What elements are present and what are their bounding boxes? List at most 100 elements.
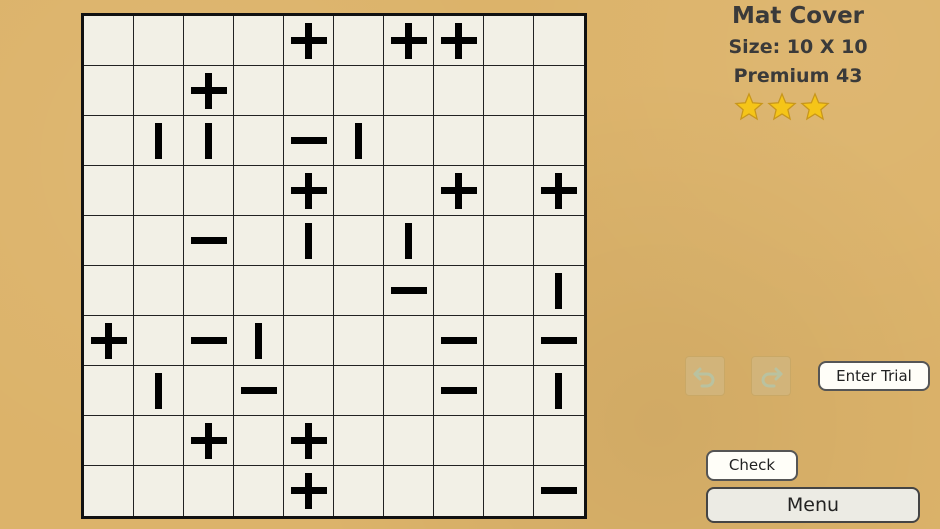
grid-cell[interactable] [134,16,184,66]
grid-cell[interactable] [384,116,434,166]
grid-cell[interactable] [434,16,484,66]
grid-cell[interactable] [134,266,184,316]
grid-cell[interactable] [484,116,534,166]
grid-cell[interactable] [134,316,184,366]
grid-cell[interactable] [284,166,334,216]
grid-cell[interactable] [234,316,284,366]
grid-cell[interactable] [434,166,484,216]
grid-cell[interactable] [284,16,334,66]
redo-button[interactable] [751,356,791,396]
grid-cell[interactable] [84,366,134,416]
grid-cell[interactable] [534,416,584,466]
grid-cell[interactable] [384,416,434,466]
grid-cell[interactable] [334,166,384,216]
grid-cell[interactable] [284,416,334,466]
grid-cell[interactable] [534,316,584,366]
grid-cell[interactable] [134,116,184,166]
grid-cell[interactable] [534,366,584,416]
grid-cell[interactable] [234,66,284,116]
grid-cell[interactable] [434,416,484,466]
grid-cell[interactable] [284,266,334,316]
undo-button[interactable] [685,356,725,396]
grid-cell[interactable] [434,466,484,516]
grid-cell[interactable] [84,316,134,366]
grid-cell[interactable] [84,166,134,216]
grid-cell[interactable] [534,466,584,516]
grid-cell[interactable] [284,316,334,366]
grid-cell[interactable] [334,416,384,466]
grid-cell[interactable] [134,166,184,216]
grid-cell[interactable] [184,216,234,266]
grid-cell[interactable] [284,66,334,116]
grid-cell[interactable] [284,466,334,516]
grid-cell[interactable] [484,166,534,216]
grid-cell[interactable] [284,216,334,266]
grid-cell[interactable] [434,316,484,366]
grid-cell[interactable] [434,266,484,316]
enter-trial-button[interactable]: Enter Trial [818,361,930,391]
grid-cell[interactable] [484,66,534,116]
grid-cell[interactable] [184,366,234,416]
grid-cell[interactable] [484,416,534,466]
grid-cell[interactable] [384,266,434,316]
grid-cell[interactable] [234,366,284,416]
grid-cell[interactable] [484,216,534,266]
grid-cell[interactable] [334,116,384,166]
grid-cell[interactable] [184,116,234,166]
grid-cell[interactable] [384,16,434,66]
grid-cell[interactable] [484,366,534,416]
grid-cell[interactable] [334,316,384,366]
grid-cell[interactable] [134,216,184,266]
grid-cell[interactable] [234,216,284,266]
grid-cell[interactable] [534,16,584,66]
grid-cell[interactable] [184,166,234,216]
grid-cell[interactable] [534,216,584,266]
grid-cell[interactable] [434,216,484,266]
grid-cell[interactable] [134,66,184,116]
grid-cell[interactable] [234,116,284,166]
grid-cell[interactable] [84,66,134,116]
grid-cell[interactable] [84,16,134,66]
grid-cell[interactable] [334,66,384,116]
grid-cell[interactable] [334,266,384,316]
menu-button[interactable]: Menu [706,487,920,523]
grid-cell[interactable] [84,216,134,266]
grid-cell[interactable] [334,466,384,516]
grid-cell[interactable] [284,116,334,166]
grid-cell[interactable] [84,416,134,466]
grid-cell[interactable] [184,316,234,366]
grid-cell[interactable] [234,16,284,66]
grid-cell[interactable] [284,366,334,416]
grid-cell[interactable] [184,16,234,66]
grid-cell[interactable] [534,66,584,116]
grid-cell[interactable] [134,366,184,416]
grid-cell[interactable] [434,66,484,116]
grid-cell[interactable] [134,466,184,516]
grid-cell[interactable] [534,166,584,216]
grid-cell[interactable] [384,216,434,266]
grid-cell[interactable] [184,466,234,516]
grid-cell[interactable] [384,166,434,216]
grid-cell[interactable] [234,166,284,216]
grid-cell[interactable] [84,466,134,516]
grid-cell[interactable] [384,66,434,116]
grid-cell[interactable] [84,116,134,166]
grid-cell[interactable] [184,66,234,116]
grid-cell[interactable] [384,466,434,516]
grid-cell[interactable] [84,266,134,316]
grid-cell[interactable] [134,416,184,466]
check-button[interactable]: Check [706,450,798,481]
grid-cell[interactable] [534,116,584,166]
grid-cell[interactable] [334,16,384,66]
grid-cell[interactable] [434,116,484,166]
grid-cell[interactable] [484,316,534,366]
grid-cell[interactable] [234,416,284,466]
grid-cell[interactable] [184,266,234,316]
grid-cell[interactable] [534,266,584,316]
grid-cell[interactable] [484,16,534,66]
grid-cell[interactable] [234,466,284,516]
grid-cell[interactable] [484,266,534,316]
grid-cell[interactable] [334,216,384,266]
grid-cell[interactable] [334,366,384,416]
grid-cell[interactable] [234,266,284,316]
